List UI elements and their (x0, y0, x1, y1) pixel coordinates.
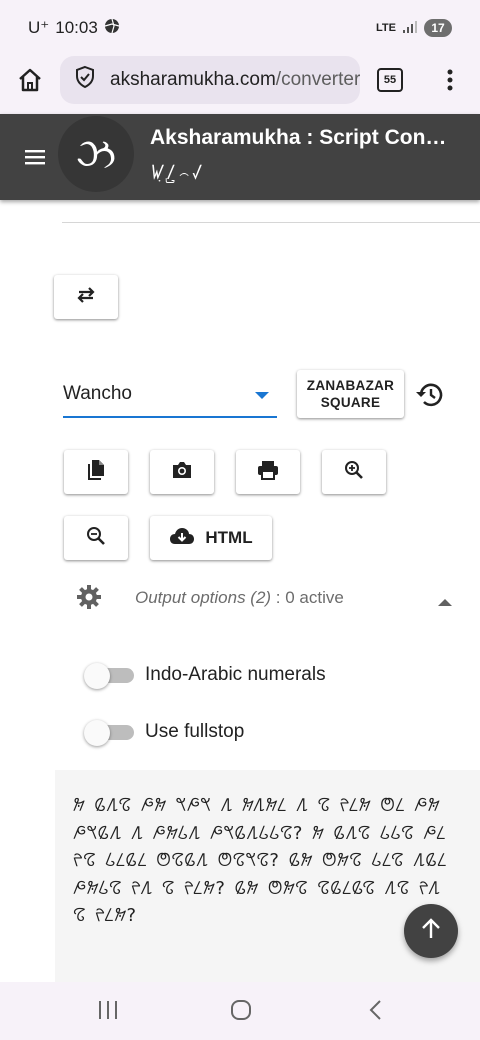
toggle-label: Indo-Arabic numerals (145, 664, 326, 685)
page-subtitle: ꤿ꤫ꤷ꤬꤮ꤶ (150, 162, 204, 184)
carrier-label: U⁺ (28, 18, 50, 37)
output-text[interactable]: 𞋁 𞋂𞋊𞋘 𞋃𞋁 𞋈𞋃𞋈 𞋊 𞋁𞋊𞋁𞋉 𞋊 𞋘 𞋐𞋉𞋁 𞋇𞋉 𞋃𞋁 𞋃𞋈𞋂𞋊 𞋊… (73, 792, 453, 930)
printer-icon (257, 460, 279, 485)
zoom-in-icon (344, 460, 364, 485)
system-navigation-bar (0, 982, 480, 1040)
output-options-label: Output options (2) (135, 588, 272, 607)
lte-icon: LTE (376, 22, 396, 34)
aperture-icon (104, 18, 120, 39)
download-html-button[interactable]: HTML (150, 516, 272, 560)
url-path: /converter (275, 69, 360, 90)
arrow-up-icon (421, 917, 441, 945)
section-divider (62, 222, 480, 223)
toggle-knob[interactable] (84, 720, 110, 746)
active-count: : 0 active (271, 588, 344, 607)
toggle-use-fullstop[interactable]: Use fullstop (0, 714, 480, 750)
copy-button[interactable] (64, 450, 128, 494)
clock: 10:03 (55, 18, 98, 37)
gear-icon (76, 584, 102, 615)
zoom-out-icon (86, 526, 106, 551)
toggle-label: Use fullstop (145, 721, 245, 742)
swap-arrows-icon (75, 285, 97, 310)
swap-scripts-button[interactable] (54, 275, 118, 319)
download-html-label: HTML (205, 528, 253, 547)
history-icon[interactable] (414, 380, 446, 415)
site-security-icon[interactable] (74, 65, 96, 95)
battery-indicator: 17 (424, 19, 452, 37)
app-header: ઝ Aksharamukha : Script Converter ꤿ꤫ꤷ꤬꤮ꤶ (0, 114, 480, 200)
toggle-knob[interactable] (84, 663, 110, 689)
copy-icon (86, 459, 106, 486)
zoom-in-button[interactable] (322, 450, 386, 494)
url-host: aksharamukha.com (110, 69, 276, 90)
screenshot-button[interactable] (150, 450, 214, 494)
scroll-to-top-button[interactable] (404, 904, 458, 958)
more-options-icon[interactable] (440, 66, 460, 99)
browser-toolbar: aksharamukha.com/converter 55 (0, 56, 480, 114)
recent-apps-icon[interactable] (97, 1000, 119, 1025)
back-icon[interactable] (368, 999, 382, 1026)
toggle-indo-arabic-numerals[interactable]: Indo-Arabic numerals (0, 657, 480, 693)
status-bar: U⁺ 10:03 LTE 17 (0, 0, 480, 56)
print-button[interactable] (236, 450, 300, 494)
chevron-down-icon (255, 392, 269, 399)
zoom-out-button[interactable] (64, 516, 128, 560)
output-options-panel[interactable]: Output options (2) : 0 active (0, 580, 480, 616)
menu-icon[interactable] (24, 148, 46, 171)
chevron-up-icon[interactable] (438, 593, 452, 611)
camera-icon (171, 460, 193, 485)
tab-switcher-button[interactable]: 55 (377, 68, 403, 92)
app-logo[interactable]: ઝ (58, 116, 134, 192)
signal-icon (402, 20, 418, 37)
target-script-value: Wancho (63, 383, 132, 404)
home-nav-icon[interactable] (230, 999, 252, 1026)
url-field[interactable]: aksharamukha.com/converter (60, 56, 360, 104)
home-icon[interactable] (16, 66, 44, 99)
suggested-script-button[interactable]: ZANABAZAR SQUARE (297, 370, 404, 418)
page-title: Aksharamukha : Script Converter (150, 126, 450, 149)
target-script-select[interactable]: Wancho (63, 372, 277, 418)
cloud-download-icon (169, 526, 195, 551)
